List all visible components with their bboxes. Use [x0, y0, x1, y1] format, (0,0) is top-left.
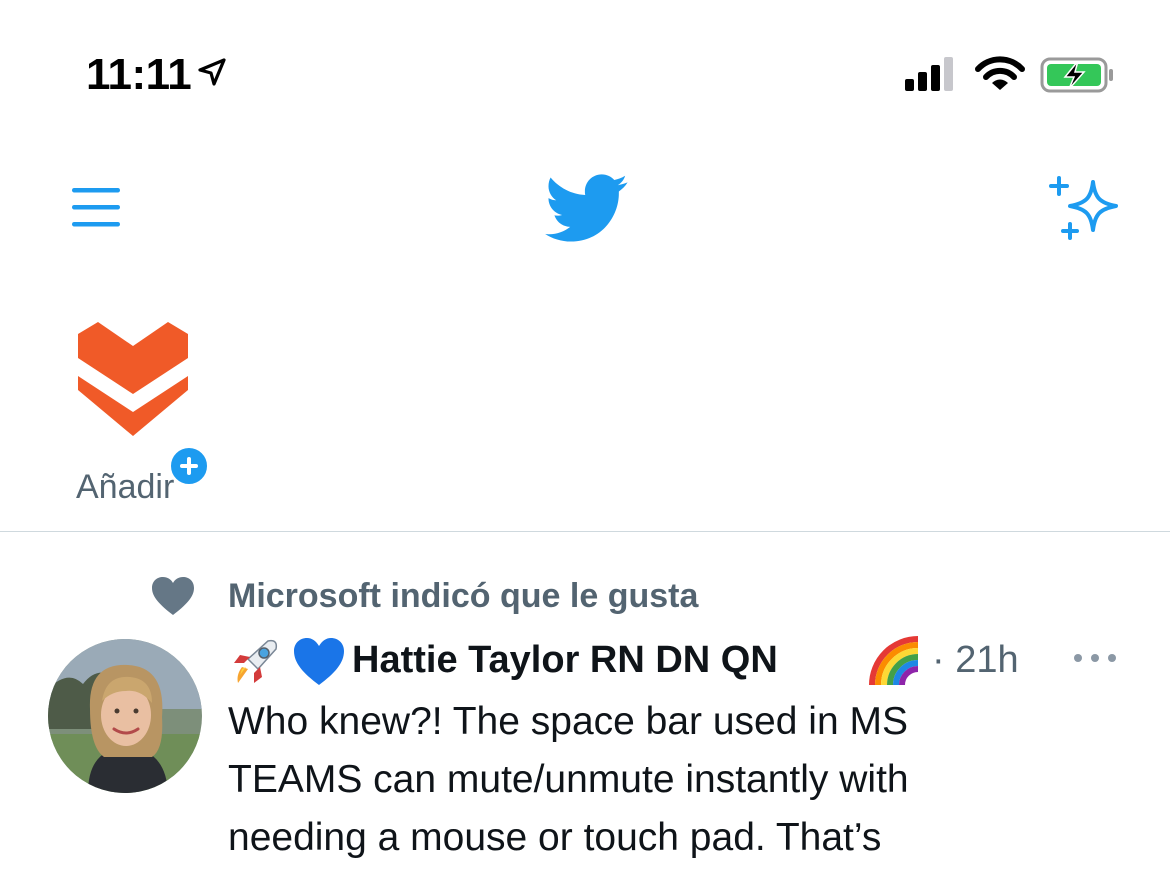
top-nav — [0, 140, 1170, 280]
avatar[interactable] — [48, 639, 202, 793]
rainbow-emoji — [869, 636, 919, 686]
heart-icon — [152, 577, 194, 615]
status-time: 11:11 — [86, 50, 192, 99]
rocket-emoji — [234, 639, 278, 683]
tweet-text-line: TEAMS can mute/unmute instantly with — [228, 758, 909, 801]
sparkle-icon[interactable] — [1048, 174, 1124, 242]
avatar-photo — [48, 639, 202, 793]
more-options-icon[interactable] — [1072, 650, 1118, 666]
twitter-bird-icon[interactable] — [545, 174, 629, 244]
tweet-text-line: Who knew?! The space bar used in MS — [228, 700, 908, 743]
tweet-text-line: needing a mouse or touch pad. That’s — [228, 816, 882, 859]
add-fleet-label: Añadir — [76, 468, 175, 506]
author-name[interactable]: Hattie Taylor RN DN QN — [352, 639, 778, 682]
status-bar: 11:11 — [0, 0, 1170, 140]
location-arrow-icon — [198, 58, 226, 86]
wifi-icon — [975, 56, 1025, 90]
blue-heart-emoji — [294, 638, 344, 685]
cellular-signal-icon — [905, 57, 953, 91]
tweet-timestamp: · 21h — [932, 639, 1019, 681]
hamburger-menu-icon[interactable] — [70, 184, 122, 230]
add-fleet-button[interactable]: Añadir — [74, 316, 214, 506]
social-context-text: Microsoft indicó que le gusta — [228, 577, 699, 615]
orange-chevron-logo-icon — [78, 322, 188, 436]
tweet-text: Who knew?! The space bar used in MS TEAM… — [228, 693, 1068, 867]
battery-charging-icon — [1040, 57, 1113, 93]
tweet-card[interactable]: Microsoft indicó que le gusta Hattie Tay… — [0, 533, 1170, 872]
fleets-row: Añadir — [0, 280, 1170, 532]
